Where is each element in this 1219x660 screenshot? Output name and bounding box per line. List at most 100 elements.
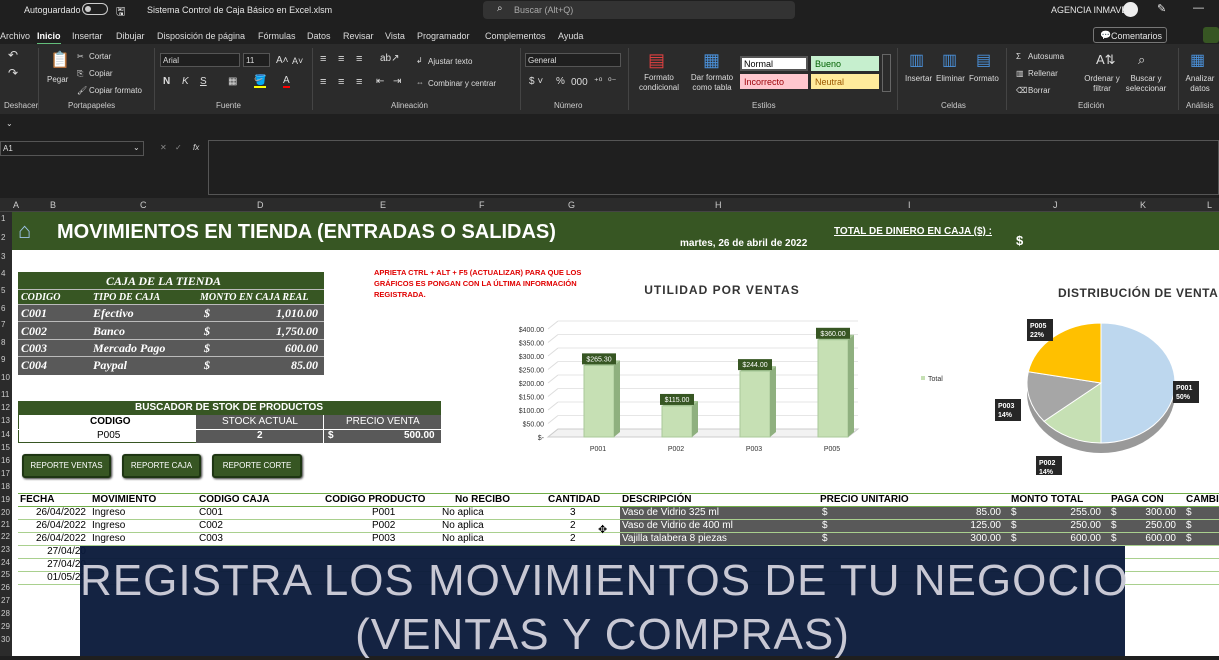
col-header[interactable]: E xyxy=(380,200,386,210)
mov-cell[interactable]: 600.00 xyxy=(1145,533,1176,544)
sort-filter-button[interactable]: Ordenar y filtrar xyxy=(1082,74,1122,94)
chevron-down-icon[interactable]: ⌄ xyxy=(133,143,140,152)
row-header[interactable]: 5 xyxy=(1,286,5,295)
tab-insertar[interactable]: Insertar xyxy=(72,31,103,41)
pie-chart[interactable]: DISTRIBUCIÓN DE VENTA P001 50% P002 14% P003 1… xyxy=(995,275,1219,475)
col-header[interactable]: D xyxy=(257,200,264,210)
row-header[interactable]: 8 xyxy=(1,338,5,347)
mov-cell[interactable]: No aplica xyxy=(442,507,484,518)
mov-cell[interactable]: 26/04/2022 xyxy=(36,533,86,544)
find-select-button[interactable]: Buscar y seleccionar xyxy=(1122,74,1170,94)
col-header[interactable]: K xyxy=(1140,200,1146,210)
mov-cell[interactable]: 3 xyxy=(570,507,576,518)
col-header[interactable]: G xyxy=(568,200,575,210)
mov-cell[interactable]: 85.00 xyxy=(976,507,1001,518)
table-row[interactable] xyxy=(18,357,324,374)
row-header[interactable]: 25 xyxy=(1,570,10,579)
reporte-ventas-button[interactable]: REPORTE VENTAS xyxy=(22,454,111,478)
row-header[interactable]: 2 xyxy=(1,233,5,242)
mov-cell[interactable]: 26/04/2022 xyxy=(36,507,86,518)
tab-archivo[interactable]: Archivo xyxy=(0,31,30,41)
align-bottom-icon[interactable]: ≡ xyxy=(356,53,362,65)
row-header[interactable]: 29 xyxy=(1,622,10,631)
analyze-data-button[interactable]: Analizar datos xyxy=(1183,74,1217,94)
tab-complementos[interactable]: Complementos xyxy=(485,31,546,41)
row-header[interactable]: 15 xyxy=(1,443,10,452)
indent-decrease-icon[interactable]: ⇤ xyxy=(376,76,384,87)
share-button[interactable] xyxy=(1203,27,1219,43)
row-header[interactable]: 22 xyxy=(1,532,10,541)
save-icon[interactable]: 🖫 xyxy=(116,3,125,22)
row-header[interactable]: 7 xyxy=(1,320,5,329)
autosave-toggle[interactable] xyxy=(82,3,108,15)
formula-input[interactable] xyxy=(208,140,1219,195)
mov-cell[interactable]: 250.00 xyxy=(1145,520,1176,531)
align-center-icon[interactable]: ≡ xyxy=(338,76,344,88)
row-header[interactable]: 24 xyxy=(1,558,10,567)
orientation-icon[interactable]: ab↗ xyxy=(380,53,400,64)
cut-button[interactable]: Cortar xyxy=(89,52,111,61)
tab-datos[interactable]: Datos xyxy=(307,31,331,41)
align-middle-icon[interactable]: ≡ xyxy=(338,53,344,65)
mov-cell[interactable]: P003 xyxy=(372,533,395,544)
col-header[interactable]: I xyxy=(908,200,911,210)
tab-vista[interactable]: Vista xyxy=(385,31,405,41)
row-header[interactable]: 23 xyxy=(1,545,10,554)
italic-icon[interactable]: K xyxy=(182,76,189,87)
mov-cell[interactable]: 125.00 xyxy=(970,520,1001,531)
row-header[interactable]: 9 xyxy=(1,355,5,364)
table-row[interactable] xyxy=(18,340,324,357)
mov-cell[interactable]: C001 xyxy=(199,507,223,518)
align-right-icon[interactable]: ≡ xyxy=(356,76,362,88)
row-header[interactable]: 28 xyxy=(1,609,10,618)
col-header[interactable]: J xyxy=(1053,200,1058,210)
mov-cell[interactable]: 26/04/2022 xyxy=(36,520,86,531)
minimize-icon[interactable]: — xyxy=(1193,2,1204,14)
clear-button[interactable]: Borrar xyxy=(1028,86,1050,95)
mov-cell[interactable]: Ingreso xyxy=(92,507,125,518)
conditional-format-button[interactable]: Formato condicional xyxy=(633,73,685,93)
row-header[interactable]: 11 xyxy=(1,390,9,399)
cancel-icon[interactable]: ✕ xyxy=(160,143,167,152)
tab-dibujar[interactable]: Dibujar xyxy=(116,31,145,41)
row-header[interactable]: 14 xyxy=(1,430,10,439)
enter-icon[interactable]: ✓ xyxy=(175,143,182,152)
account-name[interactable]: AGENCIA INMAVE xyxy=(1051,5,1127,15)
format-painter-button[interactable]: Copiar formato xyxy=(89,86,142,95)
mov-cell[interactable]: No aplica xyxy=(442,533,484,544)
bar-chart[interactable]: UTILIDAD POR VENTAS $- $50.00 $100.00 $150.0… xyxy=(500,275,970,460)
mov-cell[interactable]: No aplica xyxy=(442,520,484,531)
fill-color-icon[interactable]: 🪣 xyxy=(254,75,267,88)
format-as-table-button[interactable]: Dar formato como tabla xyxy=(687,73,737,93)
wrap-text-button[interactable]: Ajustar texto xyxy=(428,57,472,66)
mov-cell[interactable]: C002 xyxy=(199,520,223,531)
row-header[interactable]: 17 xyxy=(1,469,10,478)
mov-cell[interactable]: Vaso de Vidrio de 400 ml xyxy=(622,520,733,531)
paste-button[interactable]: Pegar xyxy=(47,75,68,84)
mov-cell[interactable]: P002 xyxy=(372,520,395,531)
customize-qat-icon[interactable]: ⌄ xyxy=(6,119,13,128)
autosum-button[interactable]: Autosuma xyxy=(1028,52,1064,61)
avatar[interactable] xyxy=(1123,2,1138,17)
col-header[interactable]: L xyxy=(1207,200,1212,210)
col-header[interactable]: H xyxy=(715,200,722,210)
mov-cell[interactable]: 255.00 xyxy=(1070,507,1101,518)
format-button[interactable]: Formato xyxy=(969,74,999,83)
col-header[interactable]: F xyxy=(479,200,485,210)
row-header[interactable]: 21 xyxy=(1,520,10,529)
mov-cell[interactable]: 1,500.00 xyxy=(1137,572,1176,583)
file-name[interactable]: Sistema Control de Caja Básico en Excel.… xyxy=(147,5,332,15)
merge-center-button[interactable]: Combinar y centrar xyxy=(428,79,496,88)
mov-cell[interactable]: Ingreso xyxy=(92,520,125,531)
tab-disposicion[interactable]: Disposición de página xyxy=(157,31,245,41)
col-header[interactable]: C xyxy=(140,200,147,210)
currency-icon[interactable]: $ ˅ xyxy=(529,76,543,87)
row-header[interactable]: 6 xyxy=(1,304,5,313)
insert-button[interactable]: Insertar xyxy=(905,74,932,83)
reporte-corte-button[interactable]: REPORTE CORTE xyxy=(212,454,302,478)
row-header[interactable]: 4 xyxy=(1,269,5,278)
styles-scroll[interactable] xyxy=(882,54,891,92)
col-header[interactable]: A xyxy=(13,200,19,210)
mov-cell[interactable]: 250.00 xyxy=(1070,520,1101,531)
copy-button[interactable]: Copiar xyxy=(89,69,113,78)
